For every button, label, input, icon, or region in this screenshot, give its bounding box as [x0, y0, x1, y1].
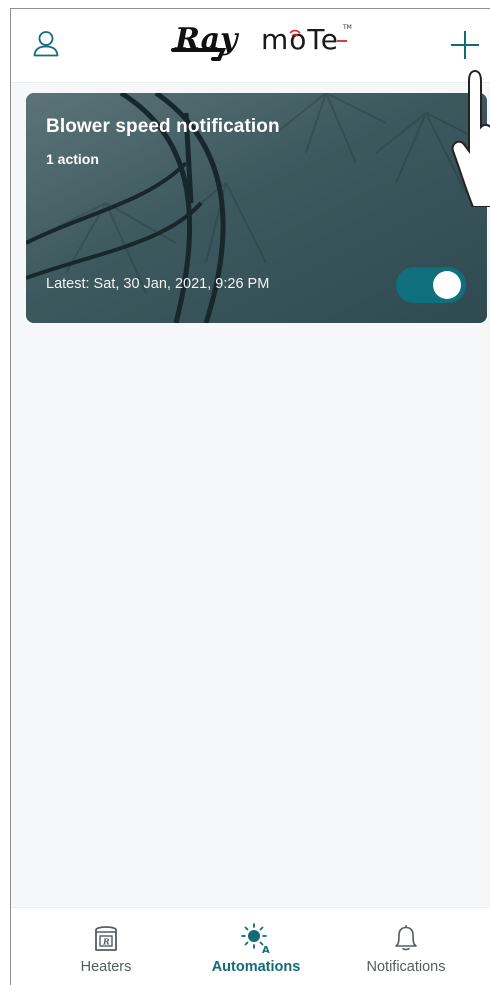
plus-icon: [451, 31, 479, 59]
automation-card[interactable]: Blower speed notification 1 action Lates…: [26, 93, 487, 323]
profile-button[interactable]: [31, 29, 61, 59]
automation-latest-run: Latest: Sat, 30 Jan, 2021, 9:26 PM: [46, 276, 270, 292]
app-header: Ray moTe TM: [11, 9, 490, 83]
logo-mote-text: moTe: [261, 23, 339, 56]
user-icon: [33, 31, 59, 57]
toggle-knob: [433, 271, 461, 299]
logo-ray-text: Ray: [174, 22, 240, 57]
nav-label-notifications: Notifications: [366, 959, 446, 975]
automation-sun-icon: A: [241, 923, 270, 954]
nav-label-automations: Automations: [211, 959, 301, 975]
nav-tab-automations[interactable]: A Automations: [181, 908, 331, 985]
bell-icon: [395, 925, 417, 951]
app-screen: Ray moTe TM Blower speed notification 1 …: [10, 8, 490, 985]
nav-tab-notifications[interactable]: Notifications: [331, 908, 481, 985]
automation-title: Blower speed notification: [46, 116, 280, 137]
automation-action-count: 1 action: [46, 151, 99, 167]
svg-text:R: R: [102, 937, 110, 947]
logo-tm: TM: [342, 24, 352, 31]
svg-text:A: A: [262, 945, 270, 954]
nav-tab-heaters[interactable]: R Heaters: [31, 908, 181, 985]
nav-label-heaters: Heaters: [80, 959, 132, 975]
add-automation-button[interactable]: [447, 27, 483, 63]
automation-enabled-toggle[interactable]: [396, 267, 466, 303]
bottom-navigation: R Heaters A Automations Notifications: [11, 907, 490, 985]
raymote-logo: Ray moTe TM: [161, 19, 361, 73]
heater-icon: R: [95, 926, 117, 951]
